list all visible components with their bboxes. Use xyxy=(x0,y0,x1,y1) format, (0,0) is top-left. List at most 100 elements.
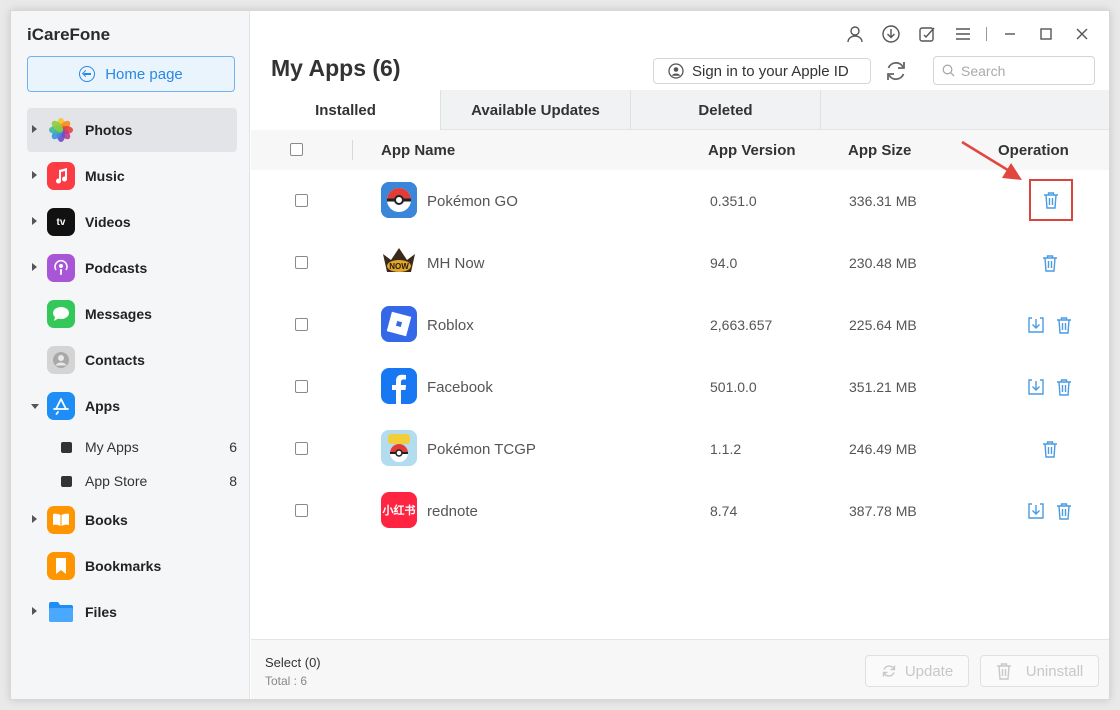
select-all-checkbox[interactable] xyxy=(290,143,303,156)
row-checkbox[interactable] xyxy=(295,256,308,269)
svg-text:NOW: NOW xyxy=(389,262,409,271)
reinstall-download-button[interactable] xyxy=(1025,376,1047,398)
item-count: 8 xyxy=(229,473,237,489)
row-checkbox[interactable] xyxy=(295,318,308,331)
trash-icon xyxy=(1043,255,1057,272)
table-row: Facebook 501.0.0 351.21 MB xyxy=(251,356,1109,418)
account-icon[interactable] xyxy=(842,21,868,47)
app-version: 94.0 xyxy=(710,255,738,271)
search-input[interactable] xyxy=(961,62,1081,79)
sidebar-item-label: Books xyxy=(85,512,128,528)
tab-installed[interactable]: Installed xyxy=(251,90,441,130)
sidebar-subitem-label: My Apps xyxy=(85,439,139,455)
toolbar-divider xyxy=(986,27,987,41)
tab-deleted[interactable]: Deleted xyxy=(631,90,821,130)
maximize-icon[interactable] xyxy=(1033,21,1059,47)
expand-caret-icon[interactable] xyxy=(32,263,37,271)
books-icon xyxy=(47,506,75,534)
trash-icon xyxy=(996,663,1011,680)
sidebar-nav: Photos Music tv Videos Podcasts Messages… xyxy=(27,108,237,636)
row-checkbox[interactable] xyxy=(295,194,308,207)
uninstall-trash-button[interactable] xyxy=(1039,438,1061,460)
expand-caret-icon[interactable] xyxy=(32,217,37,225)
col-app-version[interactable]: App Version xyxy=(708,142,796,159)
uninstall-trash-button[interactable] xyxy=(1053,500,1075,522)
facebook-icon xyxy=(381,368,417,404)
main-panel: My Apps (6) Sign in to your Apple ID Ins… xyxy=(251,11,1109,699)
download-icon xyxy=(1028,379,1044,395)
sidebar-item-label: Videos xyxy=(85,214,131,230)
col-app-name[interactable]: App Name xyxy=(381,142,455,159)
update-button[interactable]: Update xyxy=(865,655,969,687)
sidebar-item-label: Bookmarks xyxy=(85,558,162,574)
reinstall-download-button[interactable] xyxy=(1025,314,1047,336)
sidebar-item-label: Messages xyxy=(85,306,152,322)
sidebar-item-podcasts[interactable]: Podcasts xyxy=(27,246,237,290)
app-size: 225.64 MB xyxy=(849,317,917,333)
minimize-icon[interactable] xyxy=(997,21,1023,47)
sidebar-item-messages[interactable]: Messages xyxy=(27,292,237,336)
collapse-caret-icon[interactable] xyxy=(31,404,39,409)
table-row: NOW MH Now 94.0 230.48 MB xyxy=(251,232,1109,294)
sidebar-item-music[interactable]: Music xyxy=(27,154,237,198)
feedback-icon[interactable] xyxy=(914,21,940,47)
expand-caret-icon[interactable] xyxy=(32,171,37,179)
sidebar-item-files[interactable]: Files xyxy=(27,590,237,634)
sidebar-item-books[interactable]: Books xyxy=(27,498,237,542)
pokemon-go-icon xyxy=(381,182,417,218)
refresh-icon[interactable] xyxy=(883,58,909,84)
trash-icon xyxy=(1043,441,1057,458)
app-size: 336.31 MB xyxy=(849,193,917,209)
photos-icon xyxy=(47,116,75,144)
row-checkbox[interactable] xyxy=(295,504,308,517)
my-apps-icon xyxy=(61,441,72,453)
expand-caret-icon[interactable] xyxy=(32,515,37,523)
item-count: 6 xyxy=(229,439,237,455)
sidebar: iCareFone Home page Photos Music tv Vide… xyxy=(11,11,250,699)
sidebar-subitem-app-store[interactable]: App Store 8 xyxy=(27,464,237,498)
sidebar-item-photos[interactable]: Photos xyxy=(27,108,237,152)
reinstall-download-button[interactable] xyxy=(1025,500,1047,522)
sidebar-item-bookmarks[interactable]: Bookmarks xyxy=(27,544,237,588)
uninstall-trash-button[interactable] xyxy=(1029,179,1073,221)
app-size: 387.78 MB xyxy=(849,503,917,519)
uninstall-trash-button[interactable] xyxy=(1039,252,1061,274)
files-icon xyxy=(47,598,75,626)
sidebar-subitem-my-apps[interactable]: My Apps 6 xyxy=(27,430,237,464)
app-store-download-icon xyxy=(61,475,72,487)
row-checkbox[interactable] xyxy=(295,442,308,455)
sidebar-item-label: Apps xyxy=(85,398,120,414)
uninstall-button[interactable]: Uninstall xyxy=(980,655,1099,687)
app-version: 501.0.0 xyxy=(710,379,757,395)
search-box xyxy=(933,56,1095,85)
app-name: MH Now xyxy=(427,254,485,272)
table-row: Pokémon GO 0.351.0 336.31 MB xyxy=(251,170,1109,232)
uninstall-trash-button[interactable] xyxy=(1053,376,1075,398)
sidebar-item-videos[interactable]: tv Videos xyxy=(27,200,237,244)
expand-caret-icon[interactable] xyxy=(32,607,37,615)
trash-icon xyxy=(1057,379,1071,396)
sign-in-apple-id-button[interactable]: Sign in to your Apple ID xyxy=(653,58,871,84)
sidebar-item-apps[interactable]: Apps xyxy=(27,384,237,428)
app-window: iCareFone Home page Photos Music tv Vide… xyxy=(10,10,1110,700)
uninstall-trash-button[interactable] xyxy=(1053,314,1075,336)
download-circle-icon[interactable] xyxy=(878,21,904,47)
sidebar-item-contacts[interactable]: Contacts xyxy=(27,338,237,382)
table-row: 小红书 rednote 8.74 387.78 MB xyxy=(251,480,1109,542)
home-page-button[interactable]: Home page xyxy=(27,56,235,92)
app-name: Roblox xyxy=(427,316,474,334)
menu-icon[interactable] xyxy=(950,21,976,47)
uninstall-label: Uninstall xyxy=(1025,662,1084,680)
user-circle-icon xyxy=(668,63,684,79)
tab-available-updates[interactable]: Available Updates xyxy=(441,90,631,130)
col-app-size[interactable]: App Size xyxy=(848,142,911,159)
sidebar-item-label: Music xyxy=(85,168,125,184)
app-name: Facebook xyxy=(427,378,493,396)
rednote-icon: 小红书 xyxy=(381,492,417,528)
row-checkbox[interactable] xyxy=(295,380,308,393)
expand-caret-icon[interactable] xyxy=(32,125,37,133)
trash-icon xyxy=(1057,317,1071,334)
trash-icon xyxy=(1057,503,1071,520)
app-size: 351.21 MB xyxy=(849,379,917,395)
close-icon[interactable] xyxy=(1069,21,1095,47)
